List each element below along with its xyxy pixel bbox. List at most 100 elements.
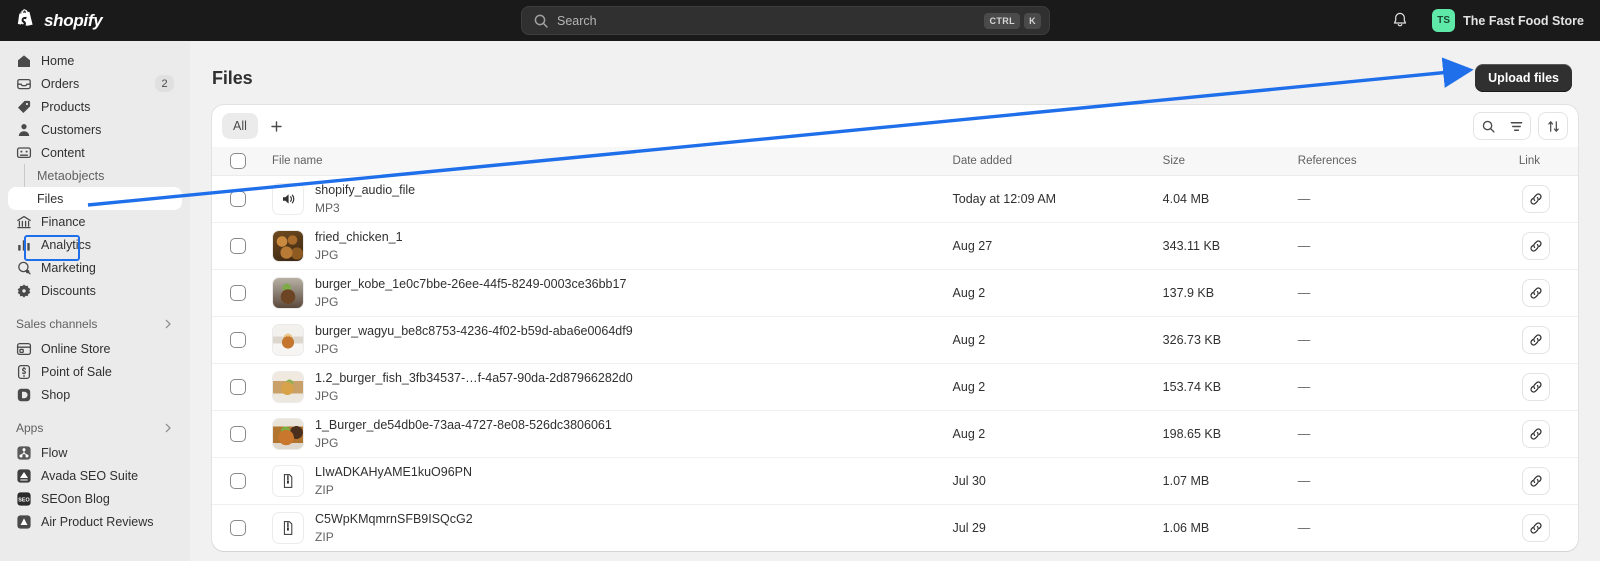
file-thumbnail-image (273, 325, 303, 355)
sidebar-item-finance[interactable]: Finance (8, 210, 182, 233)
shopify-logo[interactable]: shopify (0, 9, 200, 32)
table-row[interactable]: burger_wagyu_be8c8753-4236-4f02-b59d-aba… (212, 316, 1578, 363)
copy-link-button[interactable] (1522, 514, 1550, 542)
select-all-checkbox[interactable] (230, 153, 246, 169)
apps-header[interactable]: Apps (8, 417, 182, 439)
upload-files-button[interactable]: Upload files (1475, 64, 1572, 92)
file-thumbnail (272, 230, 304, 262)
sidebar-item-air-product-reviews[interactable]: Air Product Reviews (8, 510, 182, 533)
notifications-button[interactable] (1386, 7, 1414, 35)
table-row[interactable]: shopify_audio_file MP3 Today at 12:09 AM… (212, 175, 1578, 222)
files-card: All (212, 105, 1578, 551)
sidebar-item-discounts[interactable]: Discounts (8, 279, 182, 302)
table-row[interactable]: fried_chicken_1 JPG Aug 27 343.11 KB — (212, 222, 1578, 269)
col-header-file-name[interactable]: File name (258, 147, 953, 175)
tab-all[interactable]: All (222, 113, 258, 139)
finance-bank-icon (16, 214, 32, 230)
row-select-cell (212, 222, 258, 269)
add-view-button[interactable] (264, 113, 290, 139)
filter-files-button[interactable] (1502, 113, 1530, 139)
col-header-link[interactable]: Link (1478, 147, 1578, 175)
sidebar-subitem-metaobjects[interactable]: Metaobjects (8, 164, 182, 187)
file-name[interactable]: shopify_audio_file (315, 183, 415, 198)
sidebar-item-label: Point of Sale (41, 365, 112, 379)
row-select-cell (212, 410, 258, 457)
sidebar-item-customers[interactable]: Customers (8, 118, 182, 141)
row-checkbox[interactable] (230, 238, 246, 254)
sidebar-item-label: Home (41, 54, 74, 68)
avada-app-icon (16, 468, 32, 484)
store-switcher[interactable]: TS The Fast Food Store (1426, 5, 1590, 36)
sales-channels-header[interactable]: Sales channels (8, 313, 182, 335)
file-date-added: Aug 2 (953, 316, 1163, 363)
col-header-size[interactable]: Size (1163, 147, 1298, 175)
copy-link-button[interactable] (1522, 420, 1550, 448)
sidebar-item-marketing[interactable]: Marketing (8, 256, 182, 279)
seoon-app-icon: SEO (16, 491, 32, 507)
row-file-name-cell: C5WpKMqmrnSFB9ISQcG2 ZIP (258, 504, 953, 551)
file-date-added: Aug 2 (953, 363, 1163, 410)
sidebar-item-label: Shop (41, 388, 70, 402)
sidebar-item-point-of-sale[interactable]: Point of Sale (8, 360, 182, 383)
marketing-megaphone-icon (16, 260, 32, 276)
search-input[interactable]: Search CTRL K (521, 6, 1050, 35)
orders-box-icon (16, 76, 32, 92)
top-bar: shopify Search CTRL K TS (0, 0, 1600, 41)
row-checkbox[interactable] (230, 379, 246, 395)
table-row[interactable]: 1_Burger_de54db0e-73aa-4727-8e08-526dc38… (212, 410, 1578, 457)
row-checkbox[interactable] (230, 191, 246, 207)
table-row[interactable]: 1.2_burger_fish_3fb34537-…f-4a57-90da-2d… (212, 363, 1578, 410)
row-checkbox[interactable] (230, 426, 246, 442)
search-files-button[interactable] (1474, 113, 1502, 139)
files-table-head: File name Date added Size References Lin… (212, 147, 1578, 175)
sidebar-item-seoon-blog[interactable]: SEO SEOon Blog (8, 487, 182, 510)
copy-link-button[interactable] (1522, 326, 1550, 354)
copy-link-button[interactable] (1522, 232, 1550, 260)
copy-link-button[interactable] (1522, 279, 1550, 307)
sidebar-item-label: Marketing (41, 261, 96, 275)
file-name[interactable]: burger_wagyu_be8c8753-4236-4f02-b59d-aba… (315, 324, 633, 339)
sidebar-item-analytics[interactable]: Analytics (8, 233, 182, 256)
copy-link-button[interactable] (1522, 467, 1550, 495)
file-name[interactable]: burger_kobe_1e0c7bbe-26ee-44f5-8249-0003… (315, 277, 626, 292)
sidebar-item-content[interactable]: Content (8, 141, 182, 164)
file-name[interactable]: LIwADKAHyAME1kuO96PN (315, 465, 472, 480)
table-row[interactable]: burger_kobe_1e0c7bbe-26ee-44f5-8249-0003… (212, 269, 1578, 316)
sidebar-item-shop[interactable]: Shop (8, 383, 182, 406)
analytics-bars-icon (16, 237, 32, 253)
global-search[interactable]: Search CTRL K (521, 6, 1050, 35)
copy-link-button[interactable] (1522, 185, 1550, 213)
bell-icon (1392, 12, 1408, 29)
sidebar-item-home[interactable]: Home (8, 49, 182, 72)
sidebar-item-label: Avada SEO Suite (41, 469, 138, 483)
file-type: JPG (315, 342, 633, 356)
row-checkbox[interactable] (230, 285, 246, 301)
row-checkbox[interactable] (230, 473, 246, 489)
sidebar-subitem-files[interactable]: Files (8, 187, 182, 210)
link-chain-icon (1528, 379, 1544, 395)
sidebar-item-products[interactable]: Products (8, 95, 182, 118)
table-row[interactable]: C5WpKMqmrnSFB9ISQcG2 ZIP Jul 29 1.06 MB … (212, 504, 1578, 551)
file-name[interactable]: fried_chicken_1 (315, 230, 403, 245)
file-size: 153.74 KB (1163, 363, 1298, 410)
file-name[interactable]: C5WpKMqmrnSFB9ISQcG2 (315, 512, 473, 527)
file-name[interactable]: 1_Burger_de54db0e-73aa-4727-8e08-526dc38… (315, 418, 612, 433)
sidebar-item-orders[interactable]: Orders 2 (8, 72, 182, 95)
row-checkbox[interactable] (230, 520, 246, 536)
sidebar-item-label: SEOon Blog (41, 492, 110, 506)
table-row[interactable]: LIwADKAHyAME1kuO96PN ZIP Jul 30 1.07 MB … (212, 457, 1578, 504)
file-thumbnail (272, 183, 304, 215)
file-name[interactable]: 1.2_burger_fish_3fb34537-…f-4a57-90da-2d… (315, 371, 633, 386)
col-header-date-added[interactable]: Date added (953, 147, 1163, 175)
col-header-references[interactable]: References (1298, 147, 1478, 175)
copy-link-button[interactable] (1522, 373, 1550, 401)
row-checkbox[interactable] (230, 332, 246, 348)
sidebar-item-flow[interactable]: Flow (8, 441, 182, 464)
shop-icon (16, 387, 32, 403)
sidebar-item-label: Products (41, 100, 90, 114)
row-select-cell (212, 316, 258, 363)
sidebar-item-online-store[interactable]: Online Store (8, 337, 182, 360)
sort-files-button[interactable] (1539, 113, 1567, 139)
discounts-badge-icon (16, 283, 32, 299)
sidebar-item-avada-seo-suite[interactable]: Avada SEO Suite (8, 464, 182, 487)
